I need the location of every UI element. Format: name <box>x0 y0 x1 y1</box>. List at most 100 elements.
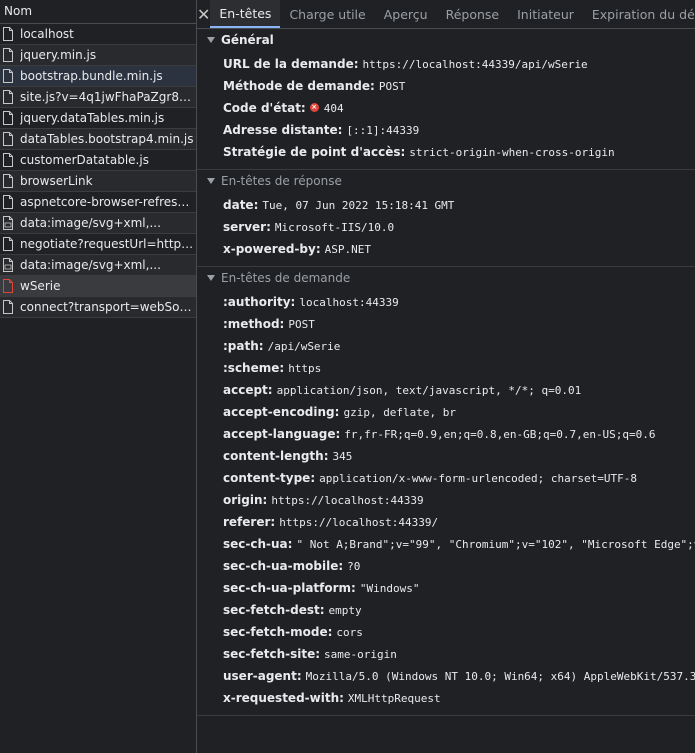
details-tabbar: ✕ En-têtes Charge utile Aperçu Réponse Initi… <box>197 0 695 29</box>
header-row: :method: POST <box>197 313 695 335</box>
request-row[interactable]: aspnetcore-browser-refresh.js <box>0 192 196 213</box>
header-row: Adresse distante: [::1]:44339 <box>197 119 695 141</box>
request-row[interactable]: site.js?v=4q1jwFhaPaZgr8WA... <box>0 87 196 108</box>
request-row[interactable]: jquery.min.js <box>0 45 196 66</box>
request-row[interactable]: data:image/svg+xml,... <box>0 213 196 234</box>
header-row: content-length: 345 <box>197 445 695 467</box>
request-headers-title: En-têtes de demande <box>221 271 351 285</box>
request-row[interactable]: connect?transport=webSocke... <box>0 297 196 318</box>
header-row: sec-fetch-mode: cors <box>197 621 695 643</box>
header-row: URL de la demande: https://localhost:4433… <box>197 53 695 75</box>
header-row: :scheme: https <box>197 357 695 379</box>
request-row[interactable]: customerDatatable.js <box>0 150 196 171</box>
header-key: :authority: <box>223 295 296 309</box>
header-key: :path: <box>223 339 264 353</box>
header-key: sec-ch-ua-platform: <box>223 581 356 595</box>
response-headers-body: date: Tue, 07 Jun 2022 15:18:41 GMT server… <box>197 192 695 266</box>
request-row[interactable]: wSerie <box>0 276 196 297</box>
request-row[interactable]: dataTables.bootstrap4.min.js <box>0 129 196 150</box>
request-list-panel: Nom localhost jquery.min.js bootstrap.bund… <box>0 0 197 753</box>
collapse-triangle-icon <box>207 37 215 43</box>
tab-expiration-du-d-lai[interactable]: Expiration du délai <box>583 0 695 28</box>
request-row[interactable]: bootstrap.bundle.min.js <box>0 66 196 87</box>
tab-initiateur[interactable]: Initiateur <box>508 0 583 28</box>
header-row: Code d'état: × 404 <box>197 97 695 119</box>
header-key: sec-fetch-mode: <box>223 625 333 639</box>
header-value: gzip, deflate, br <box>343 406 457 419</box>
header-value: empty <box>328 604 362 617</box>
header-value: localhost:44339 <box>299 296 399 309</box>
error-document-icon <box>2 279 14 293</box>
header-value: POST <box>378 80 406 93</box>
header-value: Microsoft-IIS/10.0 <box>274 221 395 234</box>
header-row: sec-fetch-site: same-origin <box>197 643 695 665</box>
header-key: server: <box>223 220 271 234</box>
header-key: user-agent: <box>223 669 302 683</box>
tab-charge-utile[interactable]: Charge utile <box>280 0 374 28</box>
header-row: accept-encoding: gzip, deflate, br <box>197 401 695 423</box>
response-headers-section-header[interactable]: En-têtes de réponse <box>197 169 695 192</box>
image-file-icon <box>2 216 14 230</box>
collapse-triangle-icon <box>207 275 215 281</box>
tab-en-t-tes[interactable]: En-têtes <box>210 0 281 28</box>
header-key: :scheme: <box>223 361 285 375</box>
tab-aper-u[interactable]: Aperçu <box>375 0 437 28</box>
name-column-header[interactable]: Nom <box>0 0 196 24</box>
request-headers-body: :authority: localhost:44339 :method: POST :p… <box>197 289 695 715</box>
header-row: Méthode de demande: POST <box>197 75 695 97</box>
request-row[interactable]: data:image/svg+xml,... <box>0 255 196 276</box>
header-key: accept-language: <box>223 427 341 441</box>
general-section-header[interactable]: Général <box>197 29 695 51</box>
request-name: browserLink <box>20 174 93 188</box>
header-key: Code d'état: <box>223 101 306 115</box>
header-key: date: <box>223 198 259 212</box>
header-row: content-type: application/x-www-form-urle… <box>197 467 695 489</box>
header-row: sec-ch-ua: " Not A;Brand";v="99", "Chromi… <box>197 533 695 555</box>
header-row: referer: https://localhost:44339/ <box>197 511 695 533</box>
request-name: data:image/svg+xml,... <box>20 258 161 272</box>
header-value: ASP.NET <box>324 243 371 256</box>
header-row: origin: https://localhost:44339 <box>197 489 695 511</box>
header-row: server: Microsoft-IIS/10.0 <box>197 216 695 238</box>
header-key: referer: <box>223 515 276 529</box>
request-name: localhost <box>20 27 74 41</box>
general-section-body: URL de la demande: https://localhost:4433… <box>197 51 695 169</box>
request-row[interactable]: jquery.dataTables.min.js <box>0 108 196 129</box>
request-row[interactable]: negotiate?requestUrl=https%... <box>0 234 196 255</box>
header-value: strict-origin-when-cross-origin <box>409 146 615 159</box>
response-headers-title: En-têtes de réponse <box>221 174 342 188</box>
header-row: x-powered-by: ASP.NET <box>197 238 695 260</box>
header-key: :method: <box>223 317 285 331</box>
header-key: sec-ch-ua-mobile: <box>223 559 344 573</box>
general-section-title: Général <box>221 33 274 47</box>
close-icon[interactable]: ✕ <box>197 0 210 28</box>
header-value: application/json, text/javascript, */*; … <box>276 384 582 397</box>
header-value: 404 <box>323 102 344 115</box>
header-value: https <box>288 362 322 375</box>
header-value: " Not A;Brand";v="99", "Chromium";v="102… <box>296 538 695 551</box>
header-row: sec-ch-ua-mobile: ?0 <box>197 555 695 577</box>
header-key: Adresse distante: <box>223 123 343 137</box>
header-key: sec-fetch-dest: <box>223 603 325 617</box>
document-icon <box>2 237 14 251</box>
header-key: URL de la demande: <box>223 57 359 71</box>
header-key: accept: <box>223 383 273 397</box>
error-status-icon: × <box>309 103 319 112</box>
request-row[interactable]: browserLink <box>0 171 196 192</box>
request-name: customerDatatable.js <box>20 153 149 167</box>
request-list: localhost jquery.min.js bootstrap.bundle.m… <box>0 24 196 318</box>
header-key: accept-encoding: <box>223 405 340 419</box>
tab-r-ponse[interactable]: Réponse <box>437 0 509 28</box>
header-value: 345 <box>332 450 353 463</box>
header-row: sec-fetch-dest: empty <box>197 599 695 621</box>
header-key: x-requested-with: <box>223 691 344 705</box>
header-key: Stratégie de point d'accès: <box>223 145 406 159</box>
header-value: POST <box>288 318 315 331</box>
document-icon <box>2 153 14 167</box>
collapse-triangle-icon <box>207 178 215 184</box>
request-name: bootstrap.bundle.min.js <box>20 69 163 83</box>
request-headers-section-header[interactable]: En-têtes de demande <box>197 266 695 289</box>
request-row[interactable]: localhost <box>0 24 196 45</box>
header-key: sec-fetch-site: <box>223 647 321 661</box>
request-name: dataTables.bootstrap4.min.js <box>20 132 194 146</box>
